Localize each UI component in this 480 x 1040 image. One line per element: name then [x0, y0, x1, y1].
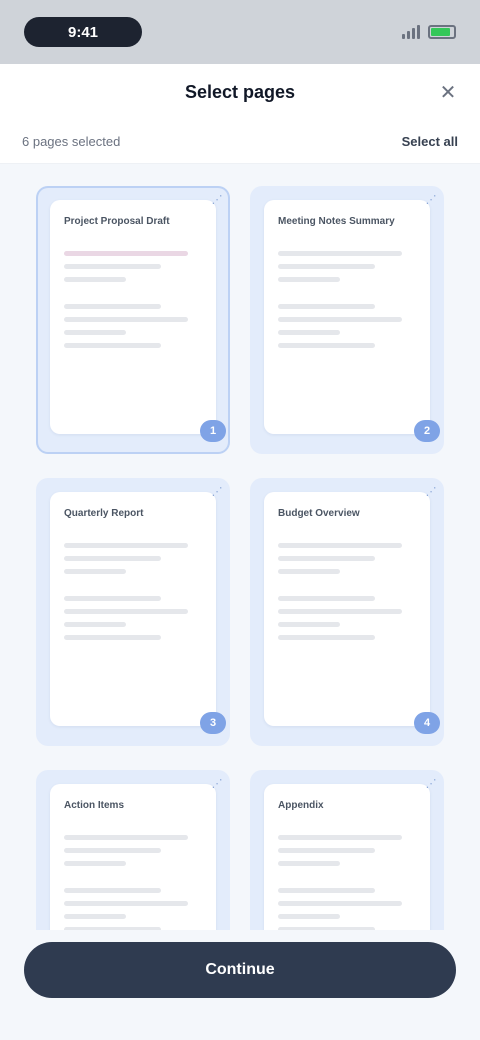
- drag-handle-icon[interactable]: ⋰: [424, 776, 438, 790]
- page-thumbnail: Budget Overview: [264, 492, 430, 726]
- text-line: [278, 304, 375, 309]
- text-line: [64, 264, 161, 269]
- page-number-badge: 1: [200, 420, 226, 442]
- text-line: [64, 861, 127, 866]
- text-line: [278, 251, 403, 256]
- page-number-badge: 2: [414, 420, 440, 442]
- page-tile[interactable]: ⋰ Project Proposal Draft 1: [36, 186, 230, 454]
- text-line: [278, 596, 375, 601]
- text-line: [64, 569, 127, 574]
- text-line: [278, 609, 403, 614]
- text-line: [64, 622, 127, 627]
- page-thumbnail: Action Items: [50, 784, 216, 930]
- text-line: [64, 330, 127, 335]
- page-title: Select pages: [184, 81, 296, 102]
- text-line: [64, 543, 189, 548]
- text-line: [278, 343, 375, 348]
- text-line: [278, 861, 341, 866]
- text-line: [64, 848, 161, 853]
- page-grid: ⋰ Project Proposal Draft 1 ⋰ Meeting Not…: [36, 186, 444, 930]
- text-line: [64, 343, 161, 348]
- drag-handle-icon[interactable]: ⋰: [424, 192, 438, 206]
- text-line: [278, 622, 341, 627]
- text-line: [278, 330, 341, 335]
- page-tile[interactable]: ⋰ Quarterly Report 3: [36, 478, 230, 746]
- text-line: [278, 277, 341, 282]
- status-time: 9:41: [24, 17, 142, 47]
- text-line: [64, 835, 189, 840]
- status-icons: [402, 25, 456, 39]
- continue-button[interactable]: Continue: [24, 942, 456, 998]
- text-line: [278, 901, 403, 906]
- text-line: [278, 317, 403, 322]
- text-line: [64, 609, 189, 614]
- drag-handle-icon[interactable]: ⋰: [424, 484, 438, 498]
- battery-icon: [428, 25, 456, 39]
- selection-count: 6 pages selected: [22, 134, 121, 149]
- header: Select pages ✕: [0, 64, 480, 120]
- page-tile[interactable]: ⋰ Meeting Notes Summary 2: [250, 186, 444, 454]
- text-line: [278, 888, 375, 893]
- select-all-button[interactable]: Select all: [402, 134, 458, 149]
- text-line: [64, 304, 161, 309]
- page-thumbnail: Quarterly Report: [50, 492, 216, 726]
- page-tile[interactable]: ⋰ Appendix 6: [250, 770, 444, 930]
- text-line: [278, 835, 403, 840]
- text-line: [64, 556, 161, 561]
- text-line: [278, 543, 403, 548]
- page-thumbnail-title: Meeting Notes Summary: [278, 216, 395, 227]
- page-tile[interactable]: ⋰ Action Items 5: [36, 770, 230, 930]
- drag-handle-icon[interactable]: ⋰: [210, 484, 224, 498]
- drag-handle-icon[interactable]: ⋰: [210, 192, 224, 206]
- text-line: [64, 901, 189, 906]
- text-line: [64, 914, 127, 919]
- page-thumbnail: Project Proposal Draft: [50, 200, 216, 434]
- text-line: [64, 888, 161, 893]
- page-grid-scroll[interactable]: ⋰ Project Proposal Draft 1 ⋰ Meeting Not…: [36, 186, 444, 930]
- text-line: [64, 277, 127, 282]
- status-bar: 9:41: [0, 0, 480, 64]
- page-tile[interactable]: ⋰ Budget Overview 4: [250, 478, 444, 746]
- text-line: [278, 848, 375, 853]
- close-icon[interactable]: ✕: [436, 80, 460, 104]
- text-line: [278, 914, 341, 919]
- page-thumbnail-title: Project Proposal Draft: [64, 216, 170, 227]
- text-line: [64, 596, 161, 601]
- page-thumbnail-title: Quarterly Report: [64, 508, 144, 519]
- toolbar: 6 pages selected Select all: [0, 120, 480, 164]
- text-line: [278, 569, 341, 574]
- text-line: [64, 635, 161, 640]
- page-number-badge: 3: [200, 712, 226, 734]
- page-thumbnail-title: Appendix: [278, 800, 324, 811]
- text-line: [64, 317, 189, 322]
- page-thumbnail: Appendix: [264, 784, 430, 930]
- signal-icon: [402, 25, 420, 39]
- battery-fill: [431, 28, 450, 36]
- text-line: [278, 635, 375, 640]
- page-thumbnail: Meeting Notes Summary: [264, 200, 430, 434]
- page-thumbnail-title: Action Items: [64, 800, 125, 811]
- drag-handle-icon[interactable]: ⋰: [210, 776, 224, 790]
- text-line: [278, 264, 375, 269]
- page-number-badge: 4: [414, 712, 440, 734]
- page-thumbnail-title: Budget Overview: [278, 508, 360, 519]
- text-line: [64, 251, 189, 256]
- text-line: [278, 556, 375, 561]
